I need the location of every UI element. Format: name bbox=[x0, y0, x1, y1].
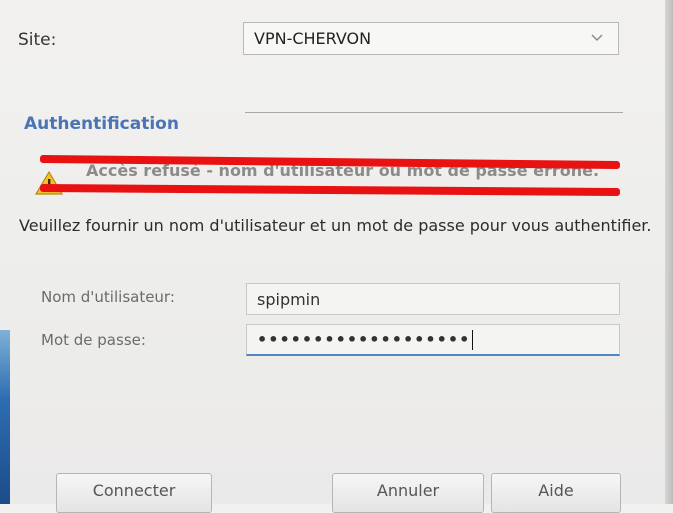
password-value: ••••••••••••••••••• bbox=[257, 330, 471, 349]
chevron-down-icon bbox=[591, 34, 603, 42]
help-button[interactable]: Aide bbox=[491, 473, 621, 513]
text-caret bbox=[472, 329, 474, 350]
cancel-button[interactable]: Annuler bbox=[332, 473, 484, 513]
username-input[interactable]: spipmin bbox=[246, 283, 620, 315]
site-select[interactable]: VPN-CHERVON bbox=[243, 22, 619, 55]
username-label: Nom d'utilisateur: bbox=[41, 288, 175, 306]
instructions-text: Veuillez fournir un nom d'utilisateur et… bbox=[19, 216, 652, 235]
section-divider bbox=[245, 112, 623, 113]
site-select-value: VPN-CHERVON bbox=[254, 29, 372, 48]
window-frame-left bbox=[0, 330, 10, 504]
password-label: Mot de passe: bbox=[41, 331, 146, 349]
window-frame-right bbox=[665, 0, 673, 504]
auth-section-title: Authentification bbox=[24, 114, 179, 134]
site-label: Site: bbox=[18, 30, 57, 50]
username-value: spipmin bbox=[257, 289, 321, 309]
password-input[interactable]: ••••••••••••••••••• bbox=[246, 324, 620, 356]
connect-button[interactable]: Connecter bbox=[56, 473, 212, 513]
redaction-mark bbox=[39, 184, 621, 197]
